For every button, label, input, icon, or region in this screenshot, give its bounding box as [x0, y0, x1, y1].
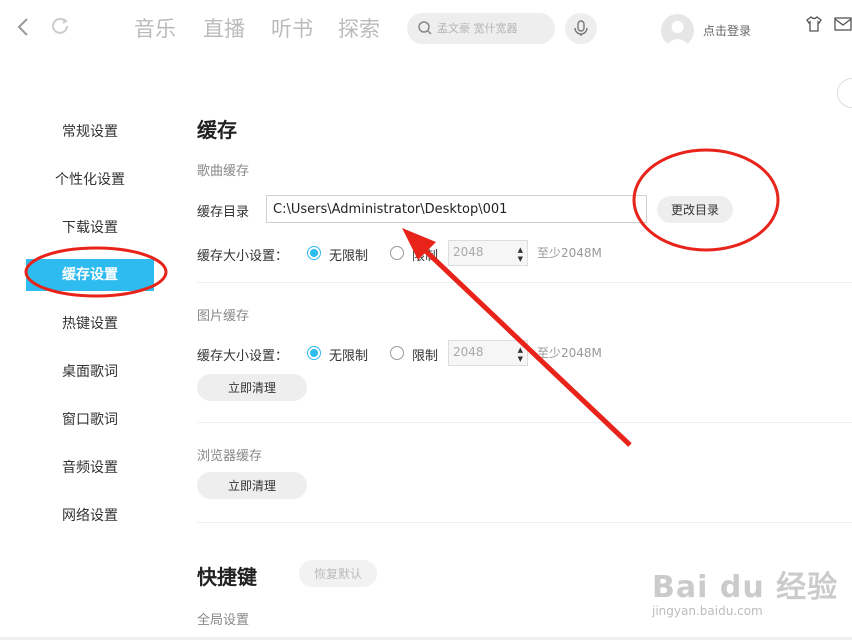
search-icon: [418, 21, 432, 35]
watermark-url: jingyan.baidu.com: [652, 604, 763, 618]
song-limit-hint: 至少2048M: [537, 246, 602, 260]
image-limit-radio[interactable]: [390, 346, 404, 360]
search-input[interactable]: [437, 19, 547, 38]
image-limit-hint: 至少2048M: [537, 346, 602, 360]
divider: [197, 522, 852, 523]
image-unlimited-radio[interactable]: [307, 346, 321, 360]
sidebar-item-desktop-lyrics[interactable]: 桌面歌词: [26, 356, 154, 388]
skin-icon[interactable]: [805, 15, 823, 33]
stepper-down-icon[interactable]: ▼: [518, 255, 523, 263]
tab-music[interactable]: 音乐: [134, 14, 176, 44]
song-unlimited-radio[interactable]: [307, 246, 321, 260]
scroll-top-button[interactable]: [837, 78, 852, 108]
image-limit-value: 2048: [453, 345, 484, 359]
clear-image-cache-button[interactable]: 立即清理: [197, 374, 307, 401]
search-box[interactable]: [407, 13, 555, 44]
image-cache-label: 图片缓存: [197, 309, 250, 324]
tab-explore[interactable]: 探索: [338, 14, 380, 44]
section-title-cache: 缓存: [197, 118, 237, 142]
image-limit-stepper[interactable]: 2048 ▲ ▼: [448, 340, 528, 366]
refresh-icon[interactable]: [50, 16, 72, 40]
voice-search-button[interactable]: [565, 13, 597, 44]
change-dir-button[interactable]: 更改目录: [657, 196, 733, 223]
sidebar-item-window-lyrics[interactable]: 窗口歌词: [26, 404, 154, 436]
song-limit-radio[interactable]: [390, 246, 404, 260]
clear-browser-cache-button[interactable]: 立即清理: [197, 472, 307, 499]
sidebar-item-hotkey[interactable]: 热键设置: [26, 308, 154, 340]
sidebar-item-general[interactable]: 常规设置: [26, 116, 154, 148]
cache-dir-field[interactable]: [266, 195, 647, 223]
tab-live[interactable]: 直播: [203, 14, 245, 44]
mail-icon[interactable]: [834, 17, 852, 31]
song-cache-label: 歌曲缓存: [197, 164, 250, 179]
image-unlimited-label: 无限制: [329, 349, 369, 364]
sidebar-item-personalization[interactable]: 个性化设置: [26, 164, 154, 196]
back-icon[interactable]: [16, 16, 36, 40]
image-limit-label: 限制: [412, 349, 439, 364]
login-link[interactable]: 点击登录: [703, 22, 751, 39]
sidebar-item-cache[interactable]: 缓存设置: [26, 259, 154, 291]
browser-cache-label: 浏览器缓存: [197, 449, 263, 464]
sidebar-item-download[interactable]: 下载设置: [26, 212, 154, 244]
song-unlimited-label: 无限制: [329, 249, 369, 264]
stepper-up-icon[interactable]: ▲: [518, 346, 523, 354]
image-cache-size-label: 缓存大小设置：: [197, 349, 289, 364]
stepper-down-icon[interactable]: ▼: [518, 355, 523, 363]
song-cache-size-label: 缓存大小设置：: [197, 249, 289, 264]
song-limit-stepper[interactable]: 2048 ▲ ▼: [448, 240, 528, 266]
microphone-icon: [574, 20, 588, 36]
song-limit-value: 2048: [453, 245, 484, 259]
tab-audiobook[interactable]: 听书: [271, 14, 313, 44]
sidebar-item-audio[interactable]: 音频设置: [26, 452, 154, 484]
cache-dir-label: 缓存目录: [197, 205, 250, 220]
top-bar: 音乐 直播 听书 探索 点击登录: [0, 0, 852, 58]
divider: [197, 422, 852, 423]
global-settings-label: 全局设置: [197, 613, 250, 628]
watermark-brand: Bai du 经验: [652, 570, 839, 605]
song-limit-label: 限制: [412, 249, 439, 264]
divider: [197, 282, 852, 283]
sidebar-item-network[interactable]: 网络设置: [26, 500, 154, 532]
avatar[interactable]: [661, 14, 694, 47]
restore-default-button[interactable]: 恢复默认: [299, 560, 377, 587]
section-title-shortcuts: 快捷键: [197, 565, 257, 589]
settings-window: 音乐 直播 听书 探索 点击登录 常规设置 个性化设置 下载设置 缓存设置 热键…: [0, 0, 852, 640]
stepper-up-icon[interactable]: ▲: [518, 246, 523, 254]
